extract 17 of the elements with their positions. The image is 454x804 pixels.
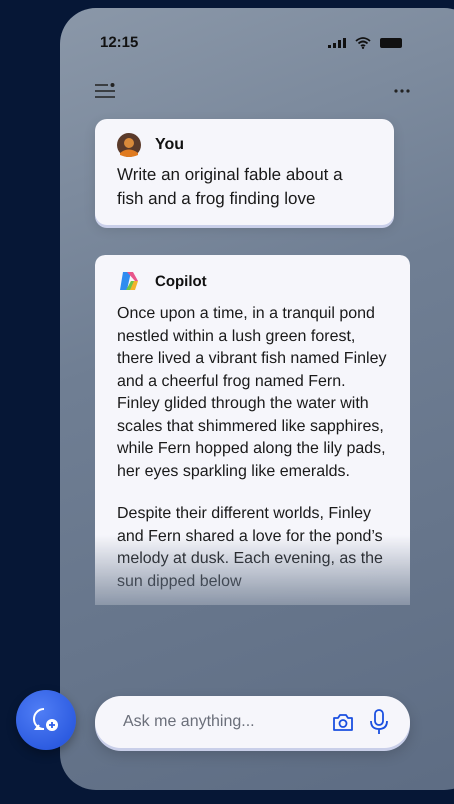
status-time: 12:15 xyxy=(100,34,138,51)
avatar-icon xyxy=(117,133,141,157)
message-text: Despite their different worlds, Finley and Fern shared a love for the pond’s melody at dusk. Each evening, as the sun dipped below xyxy=(117,504,384,592)
camera-icon[interactable] xyxy=(332,712,354,732)
battery-icon xyxy=(380,38,402,48)
more-options-icon[interactable] xyxy=(394,89,410,93)
message-input-field[interactable]: Ask me anything... xyxy=(121,712,316,732)
menu-icon[interactable] xyxy=(95,83,115,99)
message-text: Once upon a time, in a tranquil pond nestled within a lush green forest, there lived a vibrant fish named Finley and a cheerful frog named Fern. Finley glided through the water with scales that shimmered like sapphires, while Fern hopped along the lily pads, her eyes sparkling like emeralds. xyxy=(117,304,388,482)
new-chat-icon xyxy=(31,706,61,734)
microphone-icon[interactable] xyxy=(370,709,388,735)
copilot-logo-icon xyxy=(117,269,141,293)
wifi-icon xyxy=(355,36,371,48)
author-name: You xyxy=(155,136,184,154)
author-name: Copilot xyxy=(155,272,207,290)
signal-icon xyxy=(328,38,346,48)
message-text: Write an original fable about a fish and a frog finding love xyxy=(117,164,344,210)
